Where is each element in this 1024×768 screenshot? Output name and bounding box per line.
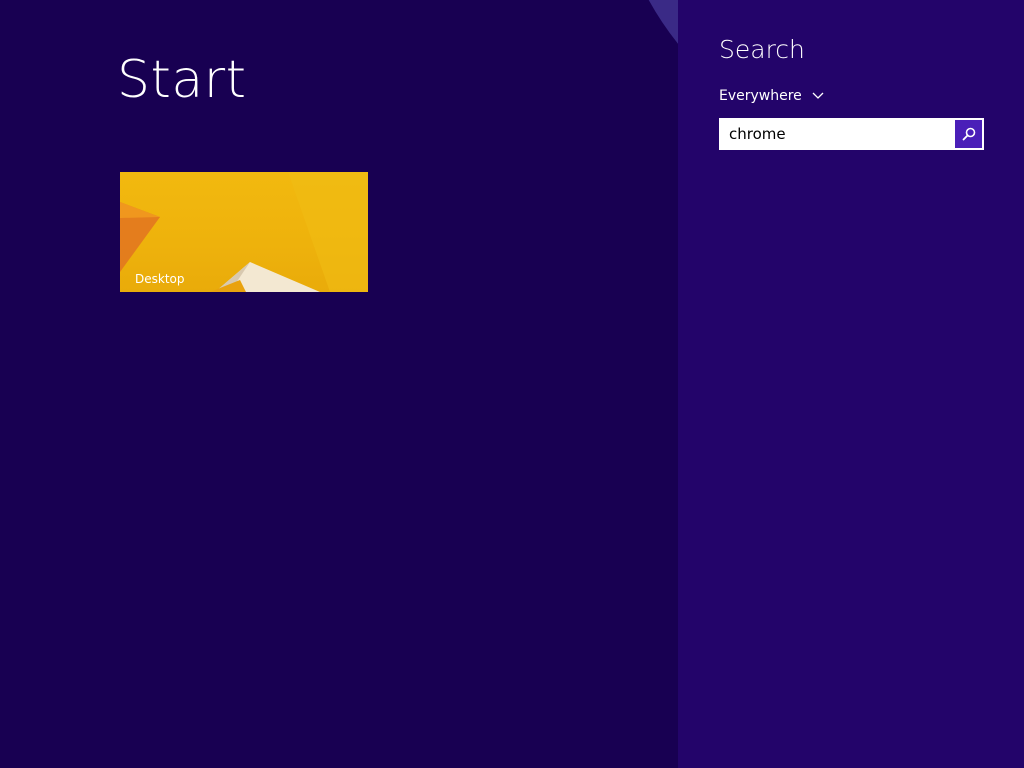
search-icon — [962, 127, 975, 141]
start-title: Start — [117, 50, 247, 110]
search-scope-label: Everywhere — [719, 88, 802, 104]
desktop-tile-label: Desktop — [135, 272, 185, 286]
windows-start-screen: Start Desktop Search Everywhere — [0, 0, 1024, 768]
search-submit-button[interactable] — [954, 120, 982, 148]
search-pane-title: Search — [719, 35, 805, 64]
search-scope-dropdown[interactable]: Everywhere — [719, 86, 824, 106]
search-input[interactable] — [721, 120, 954, 148]
background-circle — [610, 0, 678, 160]
search-charm-pane: Search Everywhere — [678, 0, 1024, 768]
start-area: Start Desktop — [0, 0, 678, 768]
search-box — [719, 118, 984, 150]
chevron-down-icon — [812, 92, 824, 99]
desktop-tile[interactable]: Desktop — [120, 172, 368, 292]
